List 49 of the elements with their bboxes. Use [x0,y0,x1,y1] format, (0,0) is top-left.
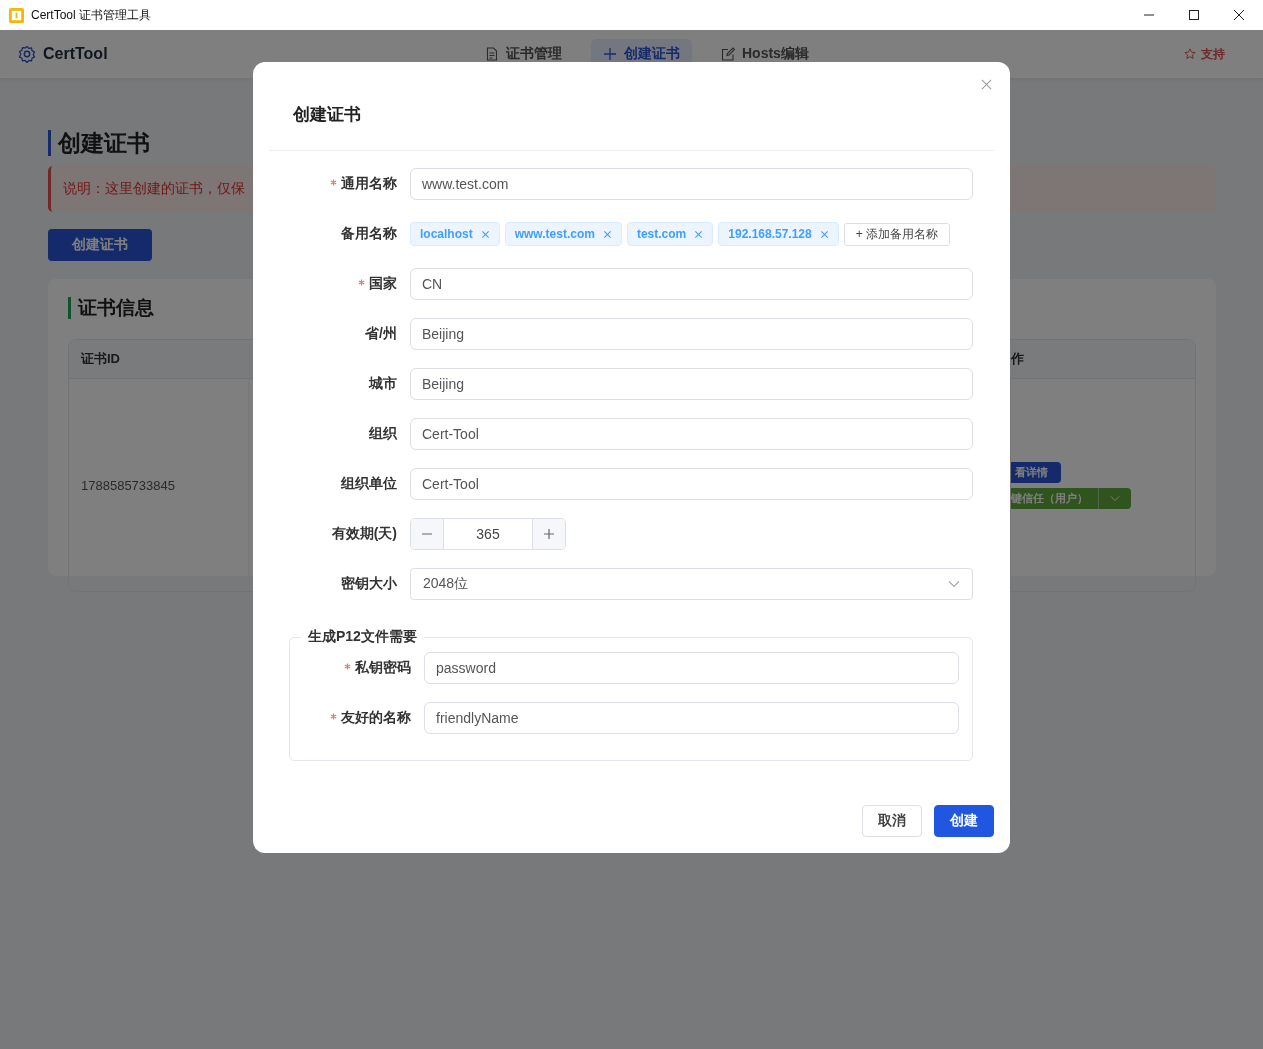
column-header: 证书ID [81,350,120,368]
text-field[interactable]: Beijing [410,318,973,350]
add-alt-name-button[interactable]: + 添加备用名称 [843,222,951,246]
text-field[interactable]: Cert-Tool [410,418,973,450]
number-field[interactable]: 365 [443,519,533,549]
plus-icon [543,528,555,540]
window-title: CertTool 证书管理工具 [31,6,152,24]
app-name: CertTool [43,45,108,63]
cancel-button[interactable]: 取消 [862,805,922,837]
field-label: 国家 [369,275,397,293]
field-label: 通用名称 [341,175,397,193]
field-label: 备用名称 [341,225,397,243]
text-field[interactable]: password [424,652,959,684]
close-icon[interactable] [1233,9,1245,21]
star-icon [1184,48,1196,60]
field-label: 友好的名称 [341,709,411,727]
field-label: 城市 [369,375,397,393]
number-stepper[interactable]: 365 [410,518,566,550]
nav-tab[interactable]: 证书管理 [473,39,574,69]
column-header: 作 [1011,350,1024,368]
field-label: 私钥密码 [355,659,411,677]
field-label: 省/州 [365,325,397,343]
document-icon [485,47,499,61]
maximize-icon[interactable] [1188,9,1200,21]
text-field[interactable]: Beijing [410,368,973,400]
text-field[interactable]: CN [410,268,973,300]
field-label: 组织单位 [341,475,397,493]
plus-icon [603,47,617,61]
create-button[interactable]: 创建 [934,805,994,837]
nav-tab[interactable]: Hosts编辑 [709,39,821,69]
text-field[interactable]: www.test.com [410,168,973,200]
gear-icon [18,45,36,63]
chevron-down-icon [948,580,960,588]
app-icon [9,7,24,23]
field-label: 有效期(天) [331,525,397,543]
select-value: 2048位 [423,575,469,593]
table-cell: 1788585733845 [81,477,175,493]
notice-text: 说明：这里创建的证书，仅保 [63,180,245,198]
fieldset-legend: 生成P12文件需要 [301,628,424,646]
field-label: 密钥大小 [341,575,397,593]
chevron-down-icon[interactable] [1110,494,1120,502]
text-field[interactable]: Cert-Tool [410,468,973,500]
minus-button[interactable] [411,519,443,549]
edit-icon [721,47,735,61]
dialog-title: 创建证书 [293,104,361,126]
plus-button[interactable] [533,519,565,549]
field-label: 组织 [369,425,397,443]
select-field[interactable]: 2048位 [410,568,973,600]
text-field[interactable]: friendlyName [424,702,959,734]
